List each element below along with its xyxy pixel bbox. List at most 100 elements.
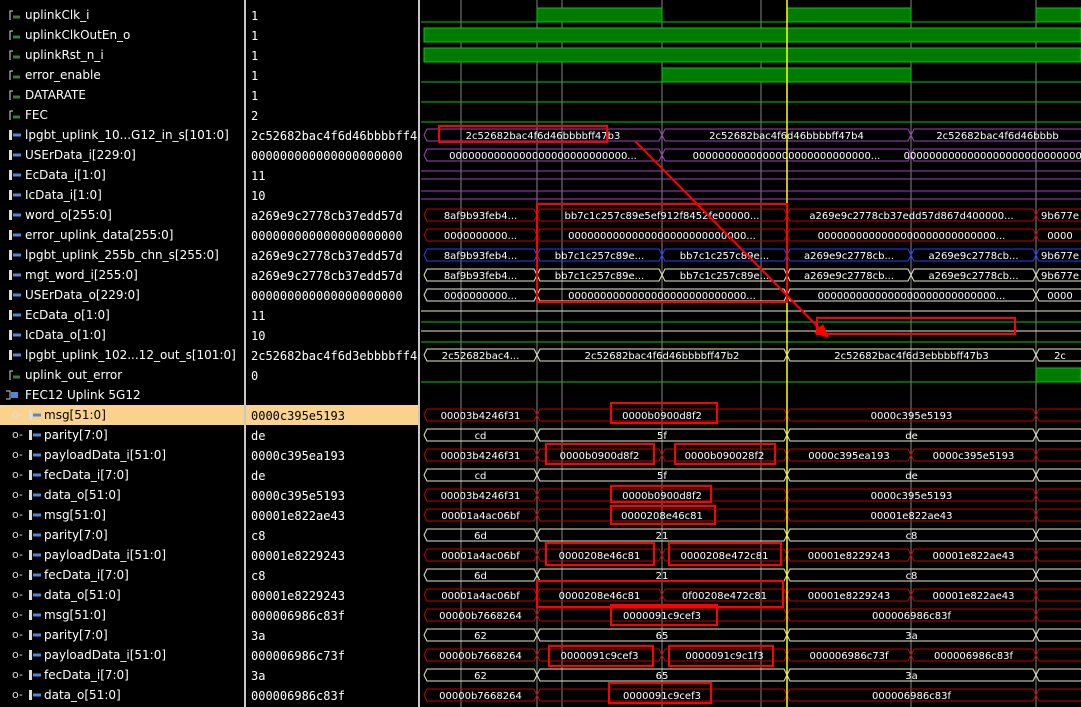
signal-value-row-21: de xyxy=(246,425,418,445)
signal-row-12[interactable]: lpgbt_uplink_255b_chn_s[255:0] xyxy=(0,245,244,265)
bus-value-label: 5f xyxy=(657,431,667,442)
signal-row-19[interactable]: FEC12 Uplink 5G12 xyxy=(0,385,244,405)
signal-value: c8 xyxy=(251,529,266,543)
signal-row-11[interactable]: error_uplink_data[255:0] xyxy=(0,225,244,245)
signal-row-10[interactable]: word_o[255:0] xyxy=(0,205,244,225)
signal-row-34[interactable]: o-data_o[51:0] xyxy=(0,685,244,705)
signal-value-row-5: 2 xyxy=(246,105,418,125)
signal-row-2[interactable]: uplinkRst_n_i xyxy=(0,45,244,65)
signal-name: lpgbt_uplink_102...12_out_s[101:0] xyxy=(25,348,236,362)
bus-value-label: 0000091c9c1f3 xyxy=(685,651,763,662)
signal-row-30[interactable]: o-msg[51:0] xyxy=(0,605,244,625)
bus-signal-icon xyxy=(28,469,41,480)
signal-row-18[interactable]: uplink_out_error xyxy=(0,365,244,385)
signal-value: 1 xyxy=(251,69,259,83)
signal-row-8[interactable]: EcData_i[1:0] xyxy=(0,165,244,185)
bus-value-label: 0000b0900d8f2 xyxy=(622,411,702,422)
waveform-panel[interactable]: 2c52682bac4f6d46bbbbff47b3 2c52682bac4f6d… xyxy=(421,0,1081,707)
bus-value-label: a269e9c2778cb... xyxy=(804,271,894,282)
signal-value-row-8: 11 xyxy=(246,165,418,185)
signal-name: IcData_i[1:0] xyxy=(25,188,102,202)
signal-row-13[interactable]: mgt_word_i[255:0] xyxy=(0,265,244,285)
bus-value-label: 8af9b93feb4... xyxy=(444,211,517,222)
signal-row-17[interactable]: lpgbt_uplink_102...12_out_s[101:0] xyxy=(0,345,244,365)
signal-row-31[interactable]: o-parity[7:0] xyxy=(0,625,244,645)
bus-value-label: 6d xyxy=(474,531,487,542)
signal-value: 0000c395e5193 xyxy=(251,489,345,503)
bus-signal-icon xyxy=(28,689,41,700)
signal-name: error_enable xyxy=(25,68,101,82)
signal-row-20[interactable]: o-msg[51:0] xyxy=(0,405,244,425)
signal-row-7[interactable]: USErData_i[229:0] xyxy=(0,145,244,165)
signal-row-26[interactable]: o-parity[7:0] xyxy=(0,525,244,545)
signal-row-32[interactable]: o-payloadData_i[51:0] xyxy=(0,645,244,665)
signal-value: c8 xyxy=(251,569,266,583)
bus-value-label: bb7c1c257c89e5ef912f8452fe00000... xyxy=(565,211,760,222)
tree-connector-icon: o- xyxy=(12,488,23,501)
signal-name: USErData_o[229:0] xyxy=(25,288,140,302)
signal-row-1[interactable]: uplinkClkOutEn_o xyxy=(0,25,244,45)
signal-row-6[interactable]: lpgbt_uplink_10...G12_in_s[101:0] xyxy=(0,125,244,145)
signal-row-24[interactable]: o-data_o[51:0] xyxy=(0,485,244,505)
signal-value-row-4: 1 xyxy=(246,85,418,105)
tree-connector-icon: o- xyxy=(12,548,23,561)
signal-row-33[interactable]: o-fecData_i[7:0] xyxy=(0,665,244,685)
signal-row-9[interactable]: IcData_i[1:0] xyxy=(0,185,244,205)
bus-value-label: 0000208e46c81 xyxy=(559,591,641,602)
signal-row-15[interactable]: EcData_o[1:0] xyxy=(0,305,244,325)
signal-row-5[interactable]: FEC xyxy=(0,105,244,125)
signal-value-row-15: 11 xyxy=(246,305,418,325)
bus-signal-icon xyxy=(28,629,41,640)
bus-value-label: bb7c1c257c89e... xyxy=(680,251,769,262)
signal-value-row-22: 0000c395ea193 xyxy=(246,445,418,465)
tree-connector-icon: o- xyxy=(12,588,23,601)
signal-value: 1 xyxy=(251,9,259,23)
bus-value-label: 2c52682bac4... xyxy=(442,351,520,362)
signal-value-row-24: 0000c395e5193 xyxy=(246,485,418,505)
bus-value-label: 0000091c9cef3 xyxy=(623,611,701,622)
signal-row-22[interactable]: o-payloadData_i[51:0] xyxy=(0,445,244,465)
scalar-high-segment xyxy=(1035,367,1081,383)
bus-value-label: 000006986c73f xyxy=(809,651,888,662)
bus-value-label: 00001a4ac06bf xyxy=(441,511,520,522)
scalar-signal-icon xyxy=(8,109,20,120)
signal-value-row-19 xyxy=(246,385,418,405)
signal-row-23[interactable]: o-fecData_i[7:0] xyxy=(0,465,244,485)
signal-row-25[interactable]: o-msg[51:0] xyxy=(0,505,244,525)
bus-segment xyxy=(1035,448,1081,462)
tree-connector-icon: o- xyxy=(12,428,23,441)
bus-value-label: 0000c395e5193 xyxy=(871,411,953,422)
signal-row-16[interactable]: IcData_o[1:0] xyxy=(0,325,244,345)
signal-name: lpgbt_uplink_10...G12_in_s[101:0] xyxy=(25,128,229,142)
signal-value-row-33: 3a xyxy=(246,665,418,685)
signal-row-14[interactable]: USErData_o[229:0] xyxy=(0,285,244,305)
bus-value-label: 00003b4246f31 xyxy=(441,491,521,502)
signal-value-row-6: 2c52682bac4f6d46bbbbff4 xyxy=(246,125,418,145)
signal-row-4[interactable]: DATARATE xyxy=(0,85,244,105)
signal-value: 11 xyxy=(251,309,266,323)
bus-signal-icon xyxy=(28,449,41,460)
bus-segment xyxy=(1035,568,1081,582)
signal-row-29[interactable]: o-data_o[51:0] xyxy=(0,585,244,605)
signal-row-0[interactable]: uplinkClk_i xyxy=(0,5,244,25)
signal-name: uplinkClkOutEn_o xyxy=(25,28,131,42)
signal-row-3[interactable]: error_enable xyxy=(0,65,244,85)
signal-row-27[interactable]: o-payloadData_i[51:0] xyxy=(0,545,244,565)
tree-connector-icon: o- xyxy=(12,648,23,661)
signal-row-28[interactable]: o-fecData_i[7:0] xyxy=(0,565,244,585)
signal-name: fecData_i[7:0] xyxy=(44,668,129,682)
bus-signal-icon xyxy=(8,129,21,140)
signal-name: fecData_i[7:0] xyxy=(44,468,129,482)
signal-row-21[interactable]: o-parity[7:0] xyxy=(0,425,244,445)
signal-value-row-25: 00001e822ae43 xyxy=(246,505,418,525)
tree-connector-icon: o- xyxy=(12,508,23,521)
bus-value-label: 0000091c9cef3 xyxy=(623,691,701,702)
values-wave-divider[interactable] xyxy=(418,0,420,707)
signal-name: uplinkRst_n_i xyxy=(25,48,104,62)
bus-segment xyxy=(1035,428,1081,442)
waveform-canvas[interactable]: 2c52682bac4f6d46bbbbff47b3 2c52682bac4f6d… xyxy=(421,0,1081,707)
signal-name: payloadData_i[51:0] xyxy=(44,448,167,462)
signal-value: de xyxy=(251,469,266,483)
bus-signal-icon xyxy=(8,169,21,180)
scalar-signal-icon xyxy=(8,49,20,60)
